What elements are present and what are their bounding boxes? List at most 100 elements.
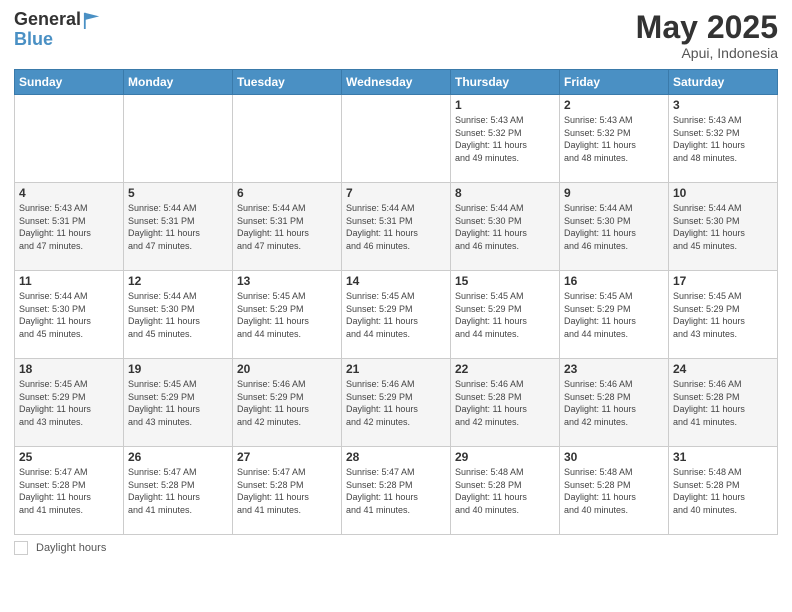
calendar-cell: 29 Sunrise: 5:48 AM Sunset: 5:28 PM Dayli…: [451, 447, 560, 535]
day-number: 30: [564, 450, 664, 464]
day-info: Sunrise: 5:44 AM Sunset: 5:31 PM Dayligh…: [237, 202, 337, 252]
day-info: Sunrise: 5:44 AM Sunset: 5:30 PM Dayligh…: [673, 202, 773, 252]
calendar-cell: 2 Sunrise: 5:43 AM Sunset: 5:32 PM Daylig…: [560, 95, 669, 183]
day-number: 8: [455, 186, 555, 200]
calendar-day-header: Saturday: [669, 70, 778, 95]
day-info: Sunrise: 5:44 AM Sunset: 5:30 PM Dayligh…: [19, 290, 119, 340]
day-info: Sunrise: 5:46 AM Sunset: 5:29 PM Dayligh…: [237, 378, 337, 428]
day-info: Sunrise: 5:47 AM Sunset: 5:28 PM Dayligh…: [346, 466, 446, 516]
calendar-header-row: SundayMondayTuesdayWednesdayThursdayFrid…: [15, 70, 778, 95]
day-info: Sunrise: 5:44 AM Sunset: 5:30 PM Dayligh…: [128, 290, 228, 340]
logo-text-blue: Blue: [14, 29, 53, 49]
logo: General Blue: [14, 10, 101, 50]
calendar-cell: 15 Sunrise: 5:45 AM Sunset: 5:29 PM Dayli…: [451, 271, 560, 359]
calendar-week-row: 4 Sunrise: 5:43 AM Sunset: 5:31 PM Daylig…: [15, 183, 778, 271]
calendar-day-header: Thursday: [451, 70, 560, 95]
day-number: 27: [237, 450, 337, 464]
day-number: 20: [237, 362, 337, 376]
day-info: Sunrise: 5:43 AM Sunset: 5:32 PM Dayligh…: [564, 114, 664, 164]
calendar-day-header: Wednesday: [342, 70, 451, 95]
day-info: Sunrise: 5:45 AM Sunset: 5:29 PM Dayligh…: [673, 290, 773, 340]
day-info: Sunrise: 5:46 AM Sunset: 5:28 PM Dayligh…: [455, 378, 555, 428]
day-info: Sunrise: 5:46 AM Sunset: 5:28 PM Dayligh…: [564, 378, 664, 428]
calendar-day-header: Monday: [124, 70, 233, 95]
day-number: 3: [673, 98, 773, 112]
day-info: Sunrise: 5:48 AM Sunset: 5:28 PM Dayligh…: [455, 466, 555, 516]
subtitle: Apui, Indonesia: [636, 45, 778, 61]
calendar-cell: 6Sunrise: 5:44 AM Sunset: 5:31 PM Daylig…: [233, 183, 342, 271]
day-number: 28: [346, 450, 446, 464]
calendar-day-header: Sunday: [15, 70, 124, 95]
day-number: 29: [455, 450, 555, 464]
main-title: May 2025: [636, 10, 778, 45]
day-number: 4: [19, 186, 119, 200]
day-info: Sunrise: 5:48 AM Sunset: 5:28 PM Dayligh…: [564, 466, 664, 516]
header: General Blue May 2025 Apui, Indonesia: [14, 10, 778, 61]
day-number: 14: [346, 274, 446, 288]
day-info: Sunrise: 5:47 AM Sunset: 5:28 PM Dayligh…: [128, 466, 228, 516]
calendar-cell: 23 Sunrise: 5:46 AM Sunset: 5:28 PM Dayli…: [560, 359, 669, 447]
day-number: 10: [673, 186, 773, 200]
calendar-cell: 28 Sunrise: 5:47 AM Sunset: 5:28 PM Dayli…: [342, 447, 451, 535]
day-number: 15: [455, 274, 555, 288]
day-number: 25: [19, 450, 119, 464]
day-number: 13: [237, 274, 337, 288]
calendar-cell: 19Sunrise: 5:45 AM Sunset: 5:29 PM Dayli…: [124, 359, 233, 447]
calendar-cell: 1 Sunrise: 5:43 AM Sunset: 5:32 PM Daylig…: [451, 95, 560, 183]
calendar-week-row: 25 Sunrise: 5:47 AM Sunset: 5:28 PM Dayli…: [15, 447, 778, 535]
calendar-cell: 16 Sunrise: 5:45 AM Sunset: 5:29 PM Dayli…: [560, 271, 669, 359]
calendar-cell: 21Sunrise: 5:46 AM Sunset: 5:29 PM Dayli…: [342, 359, 451, 447]
calendar-cell: 11Sunrise: 5:44 AM Sunset: 5:30 PM Dayli…: [15, 271, 124, 359]
day-info: Sunrise: 5:43 AM Sunset: 5:31 PM Dayligh…: [19, 202, 119, 252]
daylight-box: [14, 541, 28, 555]
day-number: 1: [455, 98, 555, 112]
calendar-cell: 30 Sunrise: 5:48 AM Sunset: 5:28 PM Dayli…: [560, 447, 669, 535]
day-number: 23: [564, 362, 664, 376]
day-info: Sunrise: 5:43 AM Sunset: 5:32 PM Dayligh…: [455, 114, 555, 164]
day-info: Sunrise: 5:48 AM Sunset: 5:28 PM Dayligh…: [673, 466, 773, 516]
calendar-cell: 24Sunrise: 5:46 AM Sunset: 5:28 PM Dayli…: [669, 359, 778, 447]
day-info: Sunrise: 5:44 AM Sunset: 5:30 PM Dayligh…: [455, 202, 555, 252]
calendar-day-header: Tuesday: [233, 70, 342, 95]
calendar-cell: 7Sunrise: 5:44 AM Sunset: 5:31 PM Daylig…: [342, 183, 451, 271]
day-info: Sunrise: 5:45 AM Sunset: 5:29 PM Dayligh…: [455, 290, 555, 340]
calendar-table: SundayMondayTuesdayWednesdayThursdayFrid…: [14, 69, 778, 535]
day-info: Sunrise: 5:45 AM Sunset: 5:29 PM Dayligh…: [346, 290, 446, 340]
calendar-cell: [15, 95, 124, 183]
calendar-week-row: 18Sunrise: 5:45 AM Sunset: 5:29 PM Dayli…: [15, 359, 778, 447]
calendar-cell: 8 Sunrise: 5:44 AM Sunset: 5:30 PM Daylig…: [451, 183, 560, 271]
day-number: 22: [455, 362, 555, 376]
calendar-cell: 22 Sunrise: 5:46 AM Sunset: 5:28 PM Dayli…: [451, 359, 560, 447]
calendar-cell: 4 Sunrise: 5:43 AM Sunset: 5:31 PM Daylig…: [15, 183, 124, 271]
day-info: Sunrise: 5:47 AM Sunset: 5:28 PM Dayligh…: [19, 466, 119, 516]
calendar-cell: 18Sunrise: 5:45 AM Sunset: 5:29 PM Dayli…: [15, 359, 124, 447]
calendar-cell: [124, 95, 233, 183]
calendar-cell: [342, 95, 451, 183]
page: General Blue May 2025 Apui, Indonesia Su…: [0, 0, 792, 612]
day-number: 26: [128, 450, 228, 464]
calendar-cell: 20 Sunrise: 5:46 AM Sunset: 5:29 PM Dayli…: [233, 359, 342, 447]
daylight-label: Daylight hours: [36, 542, 106, 554]
day-info: Sunrise: 5:45 AM Sunset: 5:29 PM Dayligh…: [564, 290, 664, 340]
day-number: 16: [564, 274, 664, 288]
calendar-cell: [233, 95, 342, 183]
calendar-cell: 3Sunrise: 5:43 AM Sunset: 5:32 PM Daylig…: [669, 95, 778, 183]
day-info: Sunrise: 5:46 AM Sunset: 5:29 PM Dayligh…: [346, 378, 446, 428]
calendar-cell: 12 Sunrise: 5:44 AM Sunset: 5:30 PM Dayli…: [124, 271, 233, 359]
day-number: 2: [564, 98, 664, 112]
calendar-cell: 31 Sunrise: 5:48 AM Sunset: 5:28 PM Dayli…: [669, 447, 778, 535]
day-number: 17: [673, 274, 773, 288]
title-block: May 2025 Apui, Indonesia: [636, 10, 778, 61]
calendar-cell: 13Sunrise: 5:45 AM Sunset: 5:29 PM Dayli…: [233, 271, 342, 359]
day-number: 5: [128, 186, 228, 200]
day-info: Sunrise: 5:46 AM Sunset: 5:28 PM Dayligh…: [673, 378, 773, 428]
calendar-cell: 27Sunrise: 5:47 AM Sunset: 5:28 PM Dayli…: [233, 447, 342, 535]
calendar-week-row: 11Sunrise: 5:44 AM Sunset: 5:30 PM Dayli…: [15, 271, 778, 359]
calendar-cell: 17 Sunrise: 5:45 AM Sunset: 5:29 PM Dayli…: [669, 271, 778, 359]
calendar-day-header: Friday: [560, 70, 669, 95]
day-number: 31: [673, 450, 773, 464]
day-number: 12: [128, 274, 228, 288]
logo-flag-icon: [83, 11, 101, 29]
day-info: Sunrise: 5:45 AM Sunset: 5:29 PM Dayligh…: [19, 378, 119, 428]
calendar-cell: 10 Sunrise: 5:44 AM Sunset: 5:30 PM Dayli…: [669, 183, 778, 271]
